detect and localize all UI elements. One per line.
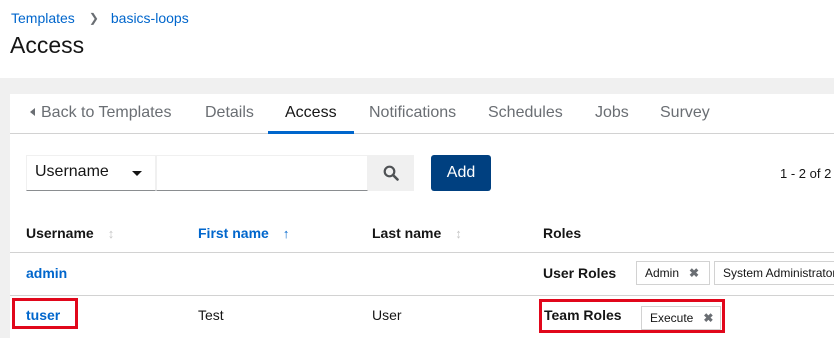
first-name-cell: Test [198,307,224,323]
close-icon[interactable]: ✖ [689,266,699,280]
add-button[interactable]: Add [431,155,491,191]
tab-access[interactable]: Access [268,94,354,134]
sort-icon: ↕ [107,226,115,241]
table-header: Username ↕ First name ↑ Last name ↕ Roles [10,206,834,253]
search-button[interactable] [368,155,414,191]
breadcrumb-templates-link[interactable]: Templates [11,10,75,26]
chevron-right-icon: ❯ [88,11,99,25]
column-header-username[interactable]: Username ↕ [26,225,114,241]
page-title: Access [10,32,85,58]
username-link[interactable]: admin [26,265,67,281]
tab-schedules[interactable]: Schedules [488,94,563,134]
filter-field-value: Username [35,163,109,180]
search-input[interactable] [156,155,368,191]
breadcrumb-current-link[interactable]: basics-loops [111,10,189,26]
access-card: Back to Templates Details Access Notific… [10,94,834,338]
tab-bar: Back to Templates Details Access Notific… [10,94,834,134]
pagination-info: 1 - 2 of 2 [780,166,832,181]
role-chip: System Administrator [714,261,834,285]
tab-survey[interactable]: Survey [660,94,710,134]
tab-back-to-templates[interactable]: Back to Templates [30,94,171,134]
column-header-last-name[interactable]: Last name ↕ [372,225,462,241]
caret-down-icon [132,171,142,176]
role-chip-label: System Administrator [723,266,834,280]
table-row: admin User Roles Admin ✖ System Administr… [10,253,834,296]
search-icon [383,165,399,181]
breadcrumb: Templates ❯ basics-loops [11,10,189,26]
role-chip-label: Admin [645,266,680,280]
sort-icon: ↕ [455,226,462,241]
tab-notifications[interactable]: Notifications [369,94,456,134]
toolbar: Username Add 1 - 2 of 2 [10,134,834,206]
role-chip: Admin ✖ [636,261,710,285]
roles-label: User Roles [543,265,617,281]
page-header: Templates ❯ basics-loops Access [0,0,834,78]
highlight-box [539,299,725,333]
filter-field-select[interactable]: Username [26,155,156,191]
column-header-roles: Roles [543,225,582,241]
caret-left-icon [30,108,35,116]
sort-ascending-icon: ↑ [282,226,290,241]
highlight-box [12,298,78,329]
tab-details[interactable]: Details [205,94,254,134]
tab-jobs[interactable]: Jobs [595,94,629,134]
column-header-first-name[interactable]: First name ↑ [198,225,289,241]
last-name-cell: User [372,307,402,323]
